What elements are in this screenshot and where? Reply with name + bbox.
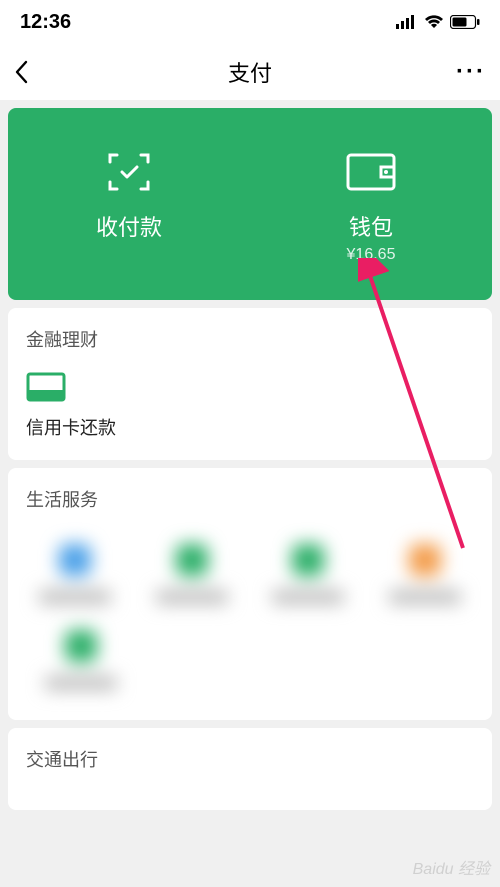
- back-icon: [14, 60, 28, 84]
- wifi-icon: [424, 15, 444, 29]
- finance-section: 金融理财 信用卡还款: [8, 308, 492, 460]
- credit-card-repay-button[interactable]: 信用卡还款: [26, 370, 116, 440]
- transport-section: 交通出行: [8, 728, 492, 810]
- page-title: 支付: [54, 56, 446, 88]
- payment-card: 收付款 钱包 ¥16.65: [8, 108, 492, 300]
- back-button[interactable]: [14, 60, 54, 84]
- status-time: 12:36: [20, 11, 71, 34]
- more-button[interactable]: ···: [446, 58, 486, 86]
- credit-card-icon: [26, 370, 66, 404]
- life-services-title: 生活服务: [26, 486, 474, 512]
- wallet-button[interactable]: 钱包 ¥16.65: [250, 148, 492, 264]
- blurred-row-1: [26, 530, 474, 624]
- status-bar: 12:36: [0, 0, 500, 44]
- wallet-balance: ¥16.65: [347, 246, 396, 264]
- pay-receive-button[interactable]: 收付款: [8, 148, 250, 264]
- battery-icon: [450, 15, 480, 29]
- signal-icon: [396, 15, 418, 29]
- life-services-section: 生活服务: [8, 468, 492, 720]
- blurred-row-2: [26, 624, 474, 710]
- credit-card-repay-label: 信用卡还款: [26, 414, 116, 440]
- status-indicators: [396, 15, 480, 29]
- transport-title: 交通出行: [26, 746, 474, 772]
- watermark: Baidu 经验: [413, 855, 490, 879]
- pay-receive-label: 收付款: [96, 210, 162, 242]
- wallet-icon: [345, 148, 397, 196]
- qr-scan-icon: [105, 148, 153, 196]
- wallet-label: 钱包: [349, 210, 393, 242]
- finance-title: 金融理财: [26, 326, 474, 352]
- nav-bar: 支付 ···: [0, 44, 500, 100]
